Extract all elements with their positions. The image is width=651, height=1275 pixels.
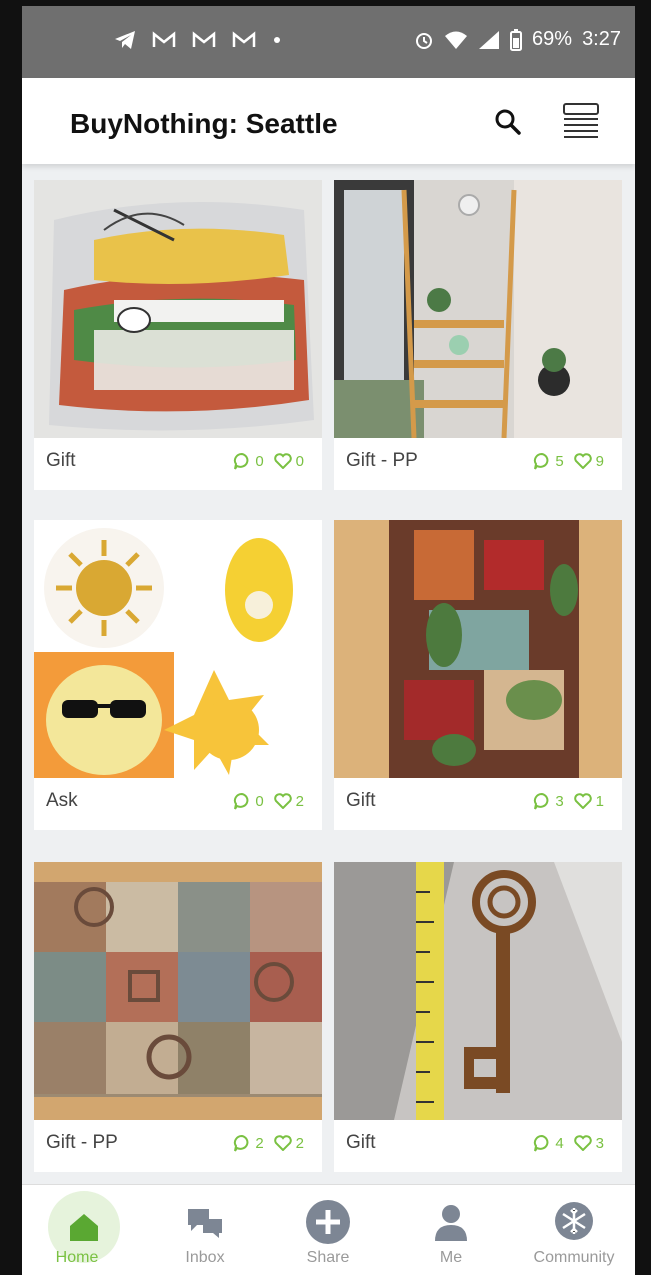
post-stats: 3 1 xyxy=(533,792,610,810)
search-icon xyxy=(495,109,521,135)
like-count: 2 xyxy=(295,1134,304,1152)
post-stats: 4 3 xyxy=(533,1134,610,1152)
nav-inbox[interactable]: Inbox xyxy=(150,1185,260,1275)
post-type-label: Ask xyxy=(46,790,78,811)
list-view-icon xyxy=(563,103,599,138)
gmail-icon xyxy=(192,31,216,47)
post-card[interactable]: Gift - PP 2 2 xyxy=(34,862,322,1172)
post-type-label: Gift xyxy=(46,450,76,471)
post-stats: 0 0 xyxy=(233,452,310,470)
nav-label: Community xyxy=(533,1249,615,1266)
heart-icon[interactable] xyxy=(273,1135,292,1151)
post-type-label: Gift - PP xyxy=(46,1132,118,1153)
post-photo[interactable] xyxy=(334,862,622,1120)
like-count: 1 xyxy=(595,792,604,810)
square-rug-image xyxy=(34,862,322,1120)
post-photo[interactable] xyxy=(34,520,322,778)
post-stats: 0 2 xyxy=(233,792,310,810)
dot-icon xyxy=(274,37,280,43)
nav-label: Home xyxy=(55,1249,99,1266)
skeleton-key-image xyxy=(334,862,622,1120)
like-count: 9 xyxy=(595,452,604,470)
comment-icon xyxy=(234,452,249,470)
status-bar-left xyxy=(114,30,282,50)
app-bar: BuyNothing: Seattle xyxy=(22,78,635,164)
gmail-icon xyxy=(152,31,176,47)
heart-icon[interactable] xyxy=(273,793,292,809)
chat-icon xyxy=(188,1209,222,1238)
phone-screen: 69% 3:27 BuyNothing: Seattle Gift 0 0 Gi… xyxy=(22,6,635,1275)
comment-icon xyxy=(534,1134,549,1152)
alarm-icon xyxy=(416,32,433,49)
comment-icon xyxy=(534,452,549,470)
heart-icon[interactable] xyxy=(273,453,292,469)
status-bar-right: 69% 3:27 xyxy=(414,28,621,51)
plant-shelf-image xyxy=(334,180,622,438)
comment-icon xyxy=(534,792,549,810)
post-photo[interactable] xyxy=(334,180,622,438)
post-card[interactable]: Gift - PP 5 9 xyxy=(334,180,622,490)
post-stats: 5 9 xyxy=(533,452,610,470)
post-photo[interactable] xyxy=(334,520,622,778)
post-card[interactable]: Gift 0 0 xyxy=(34,180,322,490)
nav-share[interactable]: Share xyxy=(273,1185,383,1275)
comment-count: 4 xyxy=(555,1134,564,1152)
heart-icon[interactable] xyxy=(573,793,592,809)
post-card[interactable]: Gift 4 3 xyxy=(334,862,622,1172)
nav-label: Share xyxy=(306,1249,350,1266)
comment-icon xyxy=(234,792,249,810)
post-stats: 2 2 xyxy=(233,1134,310,1152)
heart-icon[interactable] xyxy=(573,453,592,469)
status-time: 3:27 xyxy=(582,28,621,50)
search-button[interactable] xyxy=(492,106,524,138)
post-feed[interactable]: Gift 0 0 Gift - PP 5 9 Ask 0 2 Gift 3 1 … xyxy=(22,164,635,1184)
nav-home[interactable]: Home xyxy=(22,1185,132,1275)
post-card[interactable]: Ask 0 2 xyxy=(34,520,322,830)
comment-count: 0 xyxy=(255,792,264,810)
post-photo[interactable] xyxy=(34,180,322,438)
home-icon xyxy=(70,1214,98,1241)
battery-percent: 69% xyxy=(532,28,573,50)
like-count: 0 xyxy=(295,452,304,470)
wifi-icon xyxy=(445,31,468,49)
nav-label: Me xyxy=(439,1249,463,1266)
post-photo[interactable] xyxy=(34,862,322,1120)
comment-count: 3 xyxy=(555,792,564,810)
post-type-label: Gift - PP xyxy=(346,450,418,471)
feather-bag-image xyxy=(34,180,322,438)
signal-icon xyxy=(479,30,500,49)
status-bar: 69% 3:27 xyxy=(22,6,635,78)
nav-label: Inbox xyxy=(185,1249,225,1266)
heart-icon[interactable] xyxy=(573,1135,592,1151)
plus-circle-icon xyxy=(306,1200,350,1244)
gmail-icon xyxy=(232,31,256,47)
bottom-navigation: Home Inbox Share Me Community xyxy=(22,1184,635,1275)
nav-community[interactable]: Community xyxy=(519,1185,629,1275)
page-title: BuyNothing: Seattle xyxy=(70,108,338,139)
post-type-label: Gift xyxy=(346,1132,376,1153)
like-count: 3 xyxy=(595,1134,604,1152)
battery-icon xyxy=(510,28,523,51)
like-count: 2 xyxy=(295,792,304,810)
telegram-icon xyxy=(115,31,135,49)
person-icon xyxy=(435,1205,467,1241)
comment-count: 2 xyxy=(255,1134,264,1152)
snowflake-icon xyxy=(555,1202,593,1240)
comment-count: 5 xyxy=(555,452,564,470)
sun-plushies-image xyxy=(34,520,322,778)
post-type-label: Gift xyxy=(346,790,376,811)
post-card[interactable]: Gift 3 1 xyxy=(334,520,622,830)
view-toggle-button[interactable] xyxy=(560,100,602,142)
comment-count: 0 xyxy=(255,452,264,470)
nav-me[interactable]: Me xyxy=(396,1185,506,1275)
comment-icon xyxy=(234,1134,249,1152)
rug-runner-image xyxy=(334,520,622,778)
